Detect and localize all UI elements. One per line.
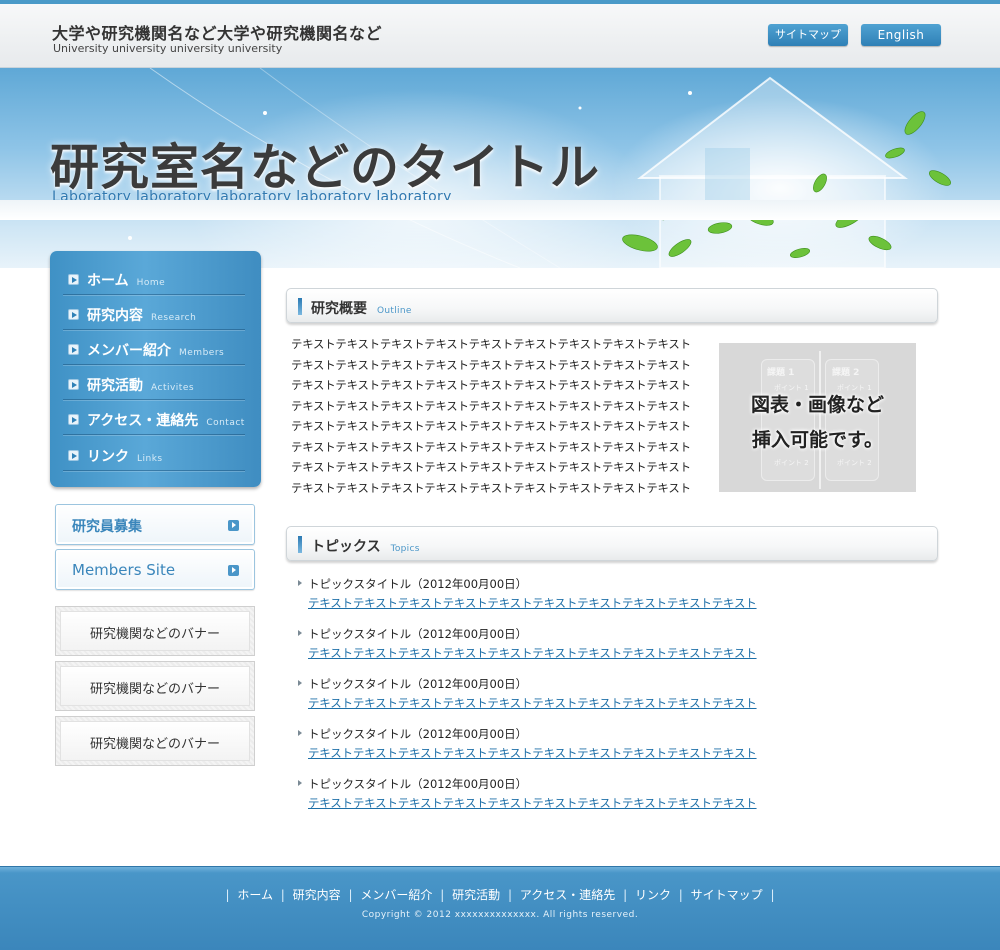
nav-item-label: アクセス・連絡先 <box>87 413 199 429</box>
footer-link-sitemap[interactable]: サイトマップ <box>691 888 763 902</box>
nav-item-contact[interactable]: アクセス・連絡先 Contact <box>63 400 245 435</box>
arrow-right-icon <box>228 565 239 576</box>
banner[interactable]: 研究機関などのバナー <box>55 661 255 711</box>
hero-fade <box>0 200 1000 220</box>
footer-link-activities[interactable]: 研究活動 <box>452 888 500 902</box>
arrow-bullet-icon <box>68 344 79 355</box>
nav-item-research[interactable]: 研究内容 Research <box>63 295 245 330</box>
topic-item: トピックスタイトル（2012年00月00日） テキストテキストテキストテキストテ… <box>298 626 798 661</box>
topic-title: トピックスタイトル（2012年00月00日） <box>298 776 798 792</box>
nav-item-label: リンク <box>87 449 129 465</box>
outline-heading-label: 研究概要 <box>311 301 367 317</box>
nav-item-label: ホーム <box>87 273 129 289</box>
nav-item-en: Links <box>137 454 163 464</box>
outline-heading: 研究概要 Outline <box>286 288 938 323</box>
nav-item-members[interactable]: メンバー紹介 Members <box>63 330 245 365</box>
figure-card-title: 課題 1 <box>767 368 795 378</box>
banner-label: 研究機関などのバナー <box>89 682 220 697</box>
heading-accent-bar <box>298 298 302 315</box>
outline-text-line: テキストテキストテキストテキストテキストテキストテキストテキストテキスト <box>291 398 691 413</box>
figure-divider <box>819 351 821 489</box>
footer-nav: | ホーム | 研究内容 | メンバー紹介 | 研究活動 | アクセス・連絡先 … <box>225 888 775 902</box>
topic-link[interactable]: テキストテキストテキストテキストテキストテキストテキストテキストテキストテキスト <box>308 745 798 761</box>
banner-label: 研究機関などのバナー <box>89 627 220 642</box>
topic-title: トピックスタイトル（2012年00月00日） <box>298 576 798 592</box>
figure-caption: 図表・画像など <box>750 394 884 416</box>
nav-item-label: メンバー紹介 <box>87 343 171 359</box>
outline-heading-en: Outline <box>377 306 412 316</box>
arrow-bullet-icon <box>68 379 79 390</box>
heading-accent-bar <box>298 536 302 553</box>
nav-item-label: 研究活動 <box>87 378 143 394</box>
figure-point: ポイント 2 <box>837 459 872 467</box>
figure-caption: 挿入可能です。 <box>751 429 884 451</box>
outline-text-line: テキストテキストテキストテキストテキストテキストテキストテキストテキスト <box>291 480 691 495</box>
banner[interactable]: 研究機関などのバナー <box>55 716 255 766</box>
topic-link[interactable]: テキストテキストテキストテキストテキストテキストテキストテキストテキストテキスト <box>308 645 798 661</box>
sidebar-nav: ホーム Home 研究内容 Research メンバー紹介 Members 研究活動 A… <box>50 251 261 487</box>
recruit-button[interactable]: 研究員募集 <box>55 504 255 545</box>
arrow-bullet-icon <box>68 450 79 461</box>
outline-text-line: テキストテキストテキストテキストテキストテキストテキストテキストテキスト <box>291 460 691 474</box>
arrow-bullet-icon <box>68 414 79 425</box>
topics-heading: トピックス Topics <box>286 526 938 561</box>
nav-item-activities[interactable]: 研究活動 Activites <box>63 365 245 400</box>
english-button[interactable]: English <box>861 24 941 46</box>
arrow-right-icon <box>228 520 239 531</box>
nav-item-en: Home <box>136 278 166 288</box>
nav-item-home[interactable]: ホーム Home <box>63 260 245 295</box>
copyright: Copyright © 2012 xxxxxxxxxxxxxx. All rig… <box>361 910 639 920</box>
members-site-button[interactable]: Members Site <box>55 549 255 590</box>
footer-link-contact[interactable]: アクセス・連絡先 <box>520 888 615 902</box>
topic-title: トピックスタイトル（2012年00月00日） <box>298 676 798 692</box>
outline-text-line: テキストテキストテキストテキストテキストテキストテキストテキストテキスト <box>291 337 691 351</box>
topic-item: トピックスタイトル（2012年00月00日） テキストテキストテキストテキストテ… <box>298 776 798 811</box>
outline-text-line: テキストテキストテキストテキストテキストテキストテキストテキストテキスト <box>291 378 691 392</box>
footer: | ホーム | 研究内容 | メンバー紹介 | 研究活動 | アクセス・連絡先 … <box>0 866 1000 950</box>
topic-title: トピックスタイトル（2012年00月00日） <box>298 626 798 642</box>
topic-link[interactable]: テキストテキストテキストテキストテキストテキストテキストテキストテキストテキスト <box>308 795 798 811</box>
topic-item: トピックスタイトル（2012年00月00日） テキストテキストテキストテキストテ… <box>298 676 798 711</box>
members-site-button-label: Members Site <box>72 561 176 579</box>
banner-label: 研究機関などのバナー <box>89 737 220 752</box>
nav-item-en: Activites <box>151 383 195 393</box>
footer-link-links[interactable]: リンク <box>635 888 671 902</box>
topic-item: トピックスタイトル（2012年00月00日） テキストテキストテキストテキストテ… <box>298 726 798 761</box>
footer-link-research[interactable]: 研究内容 <box>293 888 341 902</box>
outline-text-line: テキストテキストテキストテキストテキストテキストテキストテキストテキスト <box>291 439 691 454</box>
nav-item-links[interactable]: リンク Links <box>63 436 245 471</box>
figure-card-title: 課題 2 <box>832 368 860 378</box>
figure-point: ポイント 2 <box>774 459 809 467</box>
arrow-bullet-icon <box>68 274 79 285</box>
site-title[interactable]: 大学や研究機関名など大学や研究機関名など <box>52 20 382 44</box>
footer-link-home[interactable]: ホーム <box>237 888 273 902</box>
header: 大学や研究機関名など大学や研究機関名など University universi… <box>0 0 1000 68</box>
topics-heading-en: Topics <box>390 544 420 554</box>
nav-item-en: Members <box>179 348 225 358</box>
arrow-bullet-icon <box>68 309 79 320</box>
site-subtitle: University university university univers… <box>53 42 283 55</box>
nav-item-label: 研究内容 <box>87 308 143 324</box>
nav-item-en: Research <box>151 313 197 323</box>
recruit-button-label: 研究員募集 <box>72 519 142 535</box>
hero-banner: 研究室名などのタイトル Laboratory laboratory labora… <box>0 68 1000 268</box>
topic-link[interactable]: テキストテキストテキストテキストテキストテキストテキストテキストテキストテキスト <box>308 695 798 711</box>
banner[interactable]: 研究機関などのバナー <box>55 606 255 656</box>
figure-placeholder: 課題 1 課題 2 ポイント 1 ポイント 1 ポイント 2 ポイント 2 図表… <box>719 343 916 492</box>
topic-link[interactable]: テキストテキストテキストテキストテキストテキストテキストテキストテキストテキスト <box>308 595 798 611</box>
outline-text: テキストテキストテキストテキストテキストテキストテキストテキストテキスト テキス… <box>291 336 711 500</box>
nav-item-en: Contact <box>206 418 245 428</box>
footer-link-members[interactable]: メンバー紹介 <box>360 888 432 902</box>
outline-text-line: テキストテキストテキストテキストテキストテキストテキストテキストテキスト <box>291 419 691 433</box>
topic-title: トピックスタイトル（2012年00月00日） <box>298 726 798 742</box>
sitemap-button[interactable]: サイトマップ <box>768 24 848 46</box>
outline-text-line: テキストテキストテキストテキストテキストテキストテキストテキストテキスト <box>291 357 691 372</box>
topics-heading-label: トピックス <box>311 539 381 555</box>
topic-item: トピックスタイトル（2012年00月00日） テキストテキストテキストテキストテ… <box>298 576 798 611</box>
